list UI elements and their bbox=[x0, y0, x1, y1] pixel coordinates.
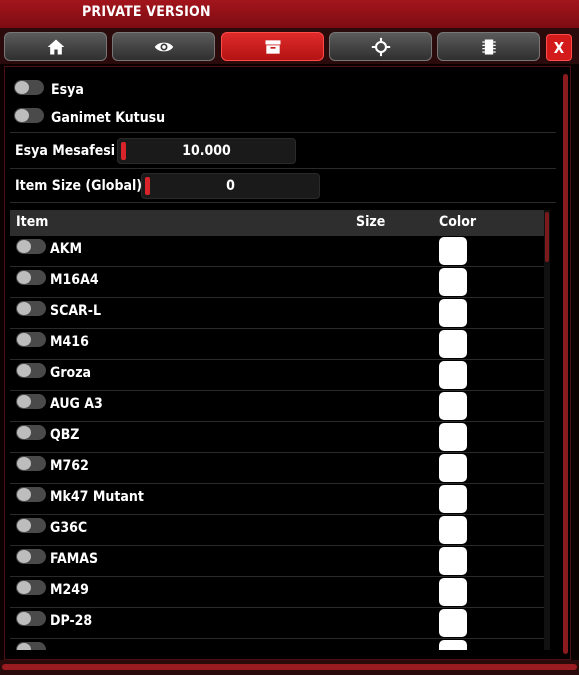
row-color-swatch[interactable] bbox=[439, 547, 467, 575]
row-color-swatch[interactable] bbox=[439, 361, 467, 389]
table-scrollbar[interactable] bbox=[544, 210, 550, 650]
row-color-swatch[interactable] bbox=[439, 640, 467, 650]
table-row: Mk47 Mutant bbox=[10, 484, 544, 515]
item-list: AKM M16A4 SCAR-L M416 Groza AUG A3 QBZ M762 Mk47… bbox=[10, 236, 544, 650]
home-icon bbox=[47, 39, 64, 54]
distance-slider[interactable]: 10.000 bbox=[117, 138, 296, 164]
size-value: 0 bbox=[226, 178, 235, 194]
close-button[interactable]: X bbox=[546, 34, 572, 61]
panel-scrollbar[interactable] bbox=[563, 74, 568, 654]
size-slider[interactable]: 0 bbox=[141, 173, 320, 199]
row-color-swatch[interactable] bbox=[439, 299, 467, 327]
table-row: SCAR-L bbox=[10, 298, 544, 329]
row-toggle[interactable] bbox=[16, 611, 46, 626]
row-item-name: QBZ bbox=[50, 427, 80, 443]
row-color-swatch[interactable] bbox=[439, 268, 467, 296]
table-row: AKM bbox=[10, 236, 544, 267]
separator bbox=[10, 132, 556, 133]
row-item-name: M16A4 bbox=[50, 272, 99, 288]
row-item-name: M762 bbox=[50, 458, 89, 474]
row-color-swatch[interactable] bbox=[439, 392, 467, 420]
row-color-swatch[interactable] bbox=[439, 485, 467, 513]
row-item-name: FAMAS bbox=[50, 551, 99, 567]
row-color-swatch[interactable] bbox=[439, 578, 467, 606]
row-toggle[interactable] bbox=[16, 518, 46, 533]
row-toggle[interactable] bbox=[16, 580, 46, 595]
table-row: M249 bbox=[10, 577, 544, 608]
row-toggle[interactable] bbox=[16, 239, 46, 254]
column-header-item: Item bbox=[16, 214, 49, 230]
table-row: M762 bbox=[10, 453, 544, 484]
separator bbox=[10, 168, 556, 169]
row-color-swatch[interactable] bbox=[439, 423, 467, 451]
row-toggle[interactable] bbox=[16, 487, 46, 502]
row-toggle[interactable] bbox=[16, 642, 46, 650]
row-item-name: G36C bbox=[50, 520, 88, 536]
table-header: Item Size Color bbox=[10, 210, 545, 236]
table-scrollbar-thumb[interactable] bbox=[545, 212, 549, 262]
tab-misc[interactable] bbox=[437, 32, 540, 61]
tab-items[interactable] bbox=[221, 32, 324, 61]
table-row: QBZ bbox=[10, 422, 544, 453]
table-row: G36C bbox=[10, 515, 544, 546]
row-item-name: M249 bbox=[50, 582, 89, 598]
row-toggle[interactable] bbox=[16, 549, 46, 564]
column-header-color: Color bbox=[439, 214, 477, 230]
lootbox-label: Ganimet Kutusu bbox=[51, 110, 166, 126]
row-item-name: SCAR-L bbox=[50, 303, 102, 319]
tab-home[interactable] bbox=[4, 32, 107, 61]
bottom-bar bbox=[0, 660, 579, 675]
tab-bar: X bbox=[0, 28, 579, 64]
chip-icon bbox=[481, 39, 496, 54]
title-bar: PRIVATE VERSION bbox=[0, 0, 579, 29]
row-toggle[interactable] bbox=[16, 394, 46, 409]
item-esp-label: Esya bbox=[51, 82, 84, 98]
row-item-name: AKM bbox=[50, 241, 83, 257]
table-row: Groza bbox=[10, 360, 544, 391]
row-color-swatch[interactable] bbox=[439, 454, 467, 482]
table-row: AUG A3 bbox=[10, 391, 544, 422]
table-row bbox=[10, 639, 544, 650]
row-toggle[interactable] bbox=[16, 332, 46, 347]
separator bbox=[10, 202, 556, 203]
eye-icon bbox=[154, 42, 173, 51]
crosshair-icon bbox=[371, 37, 390, 56]
row-toggle[interactable] bbox=[16, 363, 46, 378]
lootbox-toggle[interactable] bbox=[14, 108, 44, 123]
row-item-name: AUG A3 bbox=[50, 396, 103, 412]
distance-value: 10.000 bbox=[182, 143, 231, 159]
row-color-swatch[interactable] bbox=[439, 609, 467, 637]
table-row: DP-28 bbox=[10, 608, 544, 639]
row-toggle[interactable] bbox=[16, 301, 46, 316]
item-esp-toggle[interactable] bbox=[14, 80, 44, 95]
horizontal-scrollbar[interactable] bbox=[2, 664, 577, 670]
tab-aim[interactable] bbox=[329, 32, 432, 61]
row-item-name: DP-28 bbox=[50, 613, 93, 629]
row-color-swatch[interactable] bbox=[439, 330, 467, 358]
row-item-name: Mk47 Mutant bbox=[50, 489, 144, 505]
row-toggle[interactable] bbox=[16, 425, 46, 440]
table-row: M16A4 bbox=[10, 267, 544, 298]
row-toggle[interactable] bbox=[16, 456, 46, 471]
row-color-swatch[interactable] bbox=[439, 516, 467, 544]
row-toggle[interactable] bbox=[16, 270, 46, 285]
row-item-name: Groza bbox=[50, 365, 92, 381]
column-header-size: Size bbox=[356, 214, 386, 230]
window-title: PRIVATE VERSION bbox=[82, 4, 211, 20]
distance-label: Esya Mesafesi bbox=[15, 143, 116, 159]
tab-visuals[interactable] bbox=[112, 32, 215, 61]
size-label: Item Size (Global) bbox=[15, 178, 143, 194]
table-row: M416 bbox=[10, 329, 544, 360]
table-row: FAMAS bbox=[10, 546, 544, 577]
row-item-name: M416 bbox=[50, 334, 89, 350]
box-icon bbox=[265, 39, 280, 54]
row-color-swatch[interactable] bbox=[439, 237, 467, 265]
